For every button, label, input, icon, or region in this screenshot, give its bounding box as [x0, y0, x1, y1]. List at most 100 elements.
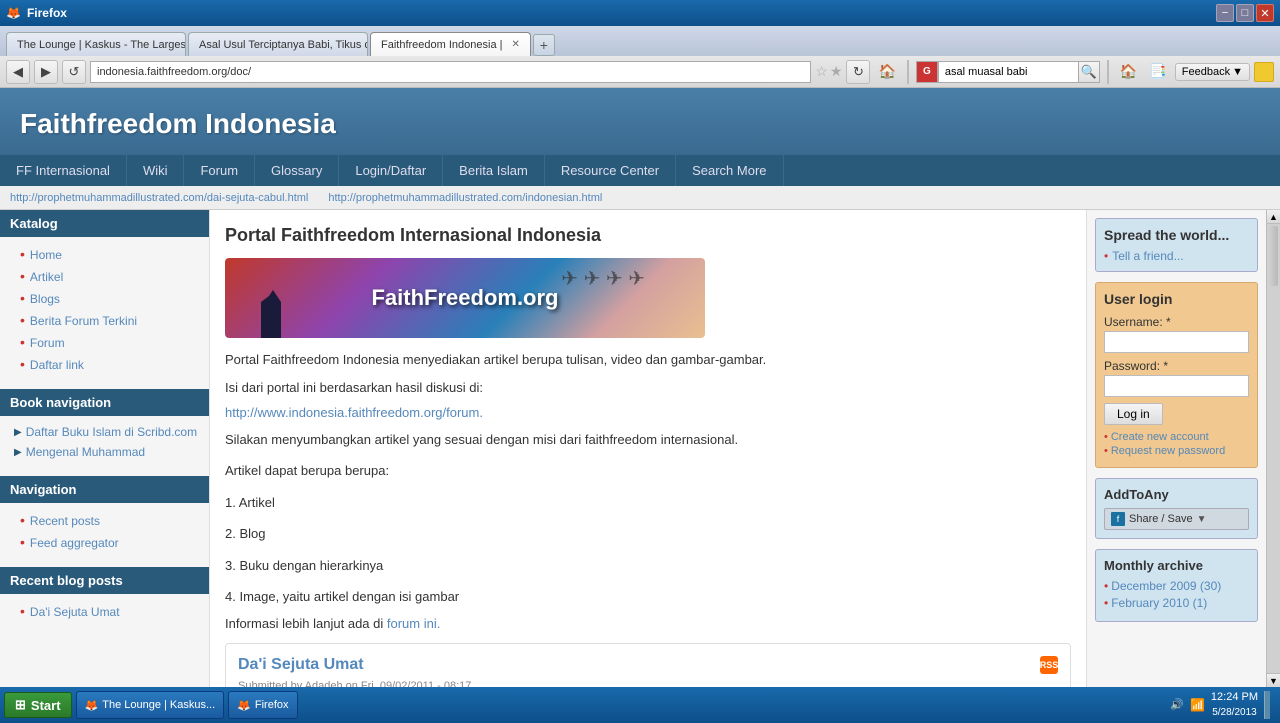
home-icon[interactable]: 🏠: [1116, 61, 1141, 82]
book-nav-item-muhammad: Mengenal Muhammad: [0, 442, 209, 462]
search-button[interactable]: 🔍: [1078, 61, 1100, 83]
site-wrapper: Faithfreedom Indonesia FF Internasional …: [0, 88, 1280, 687]
rss-icon[interactable]: RSS: [1040, 656, 1058, 674]
taskbar: ⊞ Start 🦊 The Lounge | Kaskus... 🦊 Firef…: [0, 687, 1280, 723]
katalog-item-berita: Berita Forum Terkini: [0, 309, 209, 331]
create-account-link[interactable]: Create new account: [1104, 431, 1249, 443]
katalog-section: Katalog Home Artikel Blogs Berita Forum …: [0, 210, 209, 381]
start-button[interactable]: ⊞ Start: [4, 692, 72, 718]
star-icon: ☆: [815, 63, 828, 80]
clock-time: 12:24 PM: [1211, 690, 1258, 705]
forward-button[interactable]: ▶: [34, 60, 58, 84]
nav-ff-internasional[interactable]: FF Internasional: [0, 155, 127, 186]
book-nav-section: Book navigation Daftar Buku Islam di Scr…: [0, 389, 209, 468]
maximize-button[interactable]: □: [1236, 4, 1254, 22]
nav-bar: ◀ ▶ ↺ indonesia.faithfreedom.org/doc/ ☆ …: [0, 56, 1280, 88]
password-label: Password: *: [1104, 359, 1249, 373]
tab-faithfreedom[interactable]: Faithfreedom Indonesia | ✕: [370, 32, 531, 56]
tab-faithfreedom-close[interactable]: ✕: [511, 39, 519, 50]
bookmark-star[interactable]: ☆ ★: [815, 63, 842, 80]
nav-search-more[interactable]: Search More: [676, 155, 783, 186]
tab-kaskus[interactable]: The Lounge | Kaskus - The Largest In... …: [6, 32, 186, 56]
refresh-button[interactable]: ↻: [846, 60, 870, 84]
share-bar[interactable]: f Share / Save ▼: [1104, 508, 1249, 530]
forum-ini-link[interactable]: forum ini.: [387, 616, 440, 631]
new-tab-button[interactable]: +: [533, 34, 555, 56]
monthly-archive-widget: Monthly archive December 2009 (30) Febru…: [1095, 549, 1258, 622]
star2-icon: ★: [830, 63, 843, 80]
firefox-logo: 🦊: [6, 6, 21, 20]
taskbar-item-kaskus[interactable]: 🦊 The Lounge | Kaskus...: [76, 691, 225, 719]
password-input[interactable]: [1104, 375, 1249, 397]
address-bar[interactable]: indonesia.faithfreedom.org/doc/: [90, 61, 811, 83]
contribute-item2: 2. Blog: [225, 522, 1071, 545]
banner-image: ✈ ✈ ✈ ✈ FaithFreedom.org: [225, 258, 705, 338]
nav-berita[interactable]: Berita Islam: [443, 155, 545, 186]
search-engine-icon[interactable]: G: [916, 61, 938, 83]
title-bar-title: 🦊 Firefox: [6, 6, 67, 20]
info-text: Informasi lebih lanjut ada di forum ini.: [225, 616, 1071, 631]
login-button[interactable]: Log in: [1104, 403, 1163, 425]
post-title-row: Da'i Sejuta Umat RSS: [238, 656, 1058, 674]
reload-button[interactable]: ↺: [62, 60, 86, 84]
portal-title: Portal Faithfreedom Internasional Indone…: [225, 225, 1071, 246]
addtoany-title: AddToAny: [1104, 487, 1249, 502]
nav-forum[interactable]: Forum: [184, 155, 255, 186]
nav-wiki[interactable]: Wiki: [127, 155, 185, 186]
post-title-link[interactable]: Da'i Sejuta Umat: [238, 656, 364, 674]
feedback-button[interactable]: Feedback ▼: [1175, 63, 1250, 81]
tab-faithfreedom-label: Faithfreedom Indonesia |: [381, 39, 502, 51]
archive-feb-2010[interactable]: February 2010 (1): [1104, 596, 1249, 610]
addon-icon[interactable]: [1254, 62, 1274, 82]
close-button[interactable]: ✕: [1256, 4, 1274, 22]
home-button[interactable]: 🏠: [874, 61, 899, 82]
scroll-down-button[interactable]: ▼: [1267, 673, 1280, 687]
nav-feed-aggregator: Feed aggregator: [0, 531, 209, 553]
volume-icon[interactable]: 🔊: [1170, 698, 1184, 711]
user-login-widget: User login Username: * Password: * Log i…: [1095, 282, 1258, 468]
nav-glossary[interactable]: Glossary: [255, 155, 339, 186]
archive-title: Monthly archive: [1104, 558, 1249, 573]
nav-login[interactable]: Login/Daftar: [339, 155, 443, 186]
right-sidebar: Spread the world... Tell a friend... Use…: [1086, 210, 1266, 687]
left-sidebar: Katalog Home Artikel Blogs Berita Forum …: [0, 210, 210, 687]
archive-dec-2009[interactable]: December 2009 (30): [1104, 579, 1249, 593]
addtoany-widget: AddToAny f Share / Save ▼: [1095, 478, 1258, 539]
katalog-list: Home Artikel Blogs Berita Forum Terkini …: [0, 237, 209, 381]
scroll-thumb[interactable]: [1269, 226, 1278, 286]
subnav-link-left[interactable]: http://prophetmuhammadillustrated.com/da…: [10, 192, 308, 204]
taskbar-item-firefox[interactable]: 🦊 Firefox: [228, 691, 297, 719]
portal-desc2: Isi dari portal ini berdasarkan hasil di…: [225, 378, 1071, 398]
tell-friend-link[interactable]: Tell a friend...: [1104, 249, 1249, 263]
post-meta: Submitted by Adadeh on Fri, 09/02/2011 -…: [238, 680, 1058, 687]
mosque-silhouette: [245, 278, 325, 338]
taskbar-right: 🔊 📶 12:24 PM 5/28/2013: [1170, 690, 1276, 719]
bookmark-button[interactable]: 📑: [1145, 61, 1170, 82]
scroll-up-button[interactable]: ▲: [1267, 210, 1280, 224]
scrollbar[interactable]: ▲ ▼: [1266, 210, 1280, 687]
katalog-item-home: Home: [0, 243, 209, 265]
tab-asal-usul[interactable]: Asal Usul Terciptanya Babi, Tikus dan...…: [188, 32, 368, 56]
forum-link[interactable]: http://www.indonesia.faithfreedom.org/fo…: [225, 405, 483, 420]
nav-resource[interactable]: Resource Center: [545, 155, 676, 186]
navigation-section: Navigation Recent posts Feed aggregator: [0, 476, 209, 559]
page-wrapper: Faithfreedom Indonesia FF Internasional …: [0, 88, 1280, 687]
minimize-button[interactable]: −: [1216, 4, 1234, 22]
back-button[interactable]: ◀: [6, 60, 30, 84]
request-password-link[interactable]: Request new password: [1104, 445, 1249, 457]
search-input[interactable]: [938, 61, 1078, 83]
katalog-item-daftar: Daftar link: [0, 353, 209, 375]
feedback-label: Feedback: [1182, 66, 1230, 78]
recent-blog-list: Da'i Sejuta Umat: [0, 594, 209, 628]
username-label: Username: *: [1104, 315, 1249, 329]
share-icon: f: [1111, 512, 1125, 526]
main-nav: FF Internasional Wiki Forum Glossary Log…: [0, 155, 1280, 186]
site-title: Faithfreedom Indonesia: [20, 108, 1260, 140]
username-input[interactable]: [1104, 331, 1249, 353]
show-desktop-button[interactable]: [1264, 691, 1270, 719]
network-icon: 📶: [1190, 698, 1205, 712]
navigation-header: Navigation: [0, 476, 209, 503]
subnav-link-right[interactable]: http://prophetmuhammadillustrated.com/in…: [328, 192, 602, 204]
book-nav-list: Daftar Buku Islam di Scribd.com Mengenal…: [0, 416, 209, 468]
main-content: Portal Faithfreedom Internasional Indone…: [210, 210, 1086, 687]
